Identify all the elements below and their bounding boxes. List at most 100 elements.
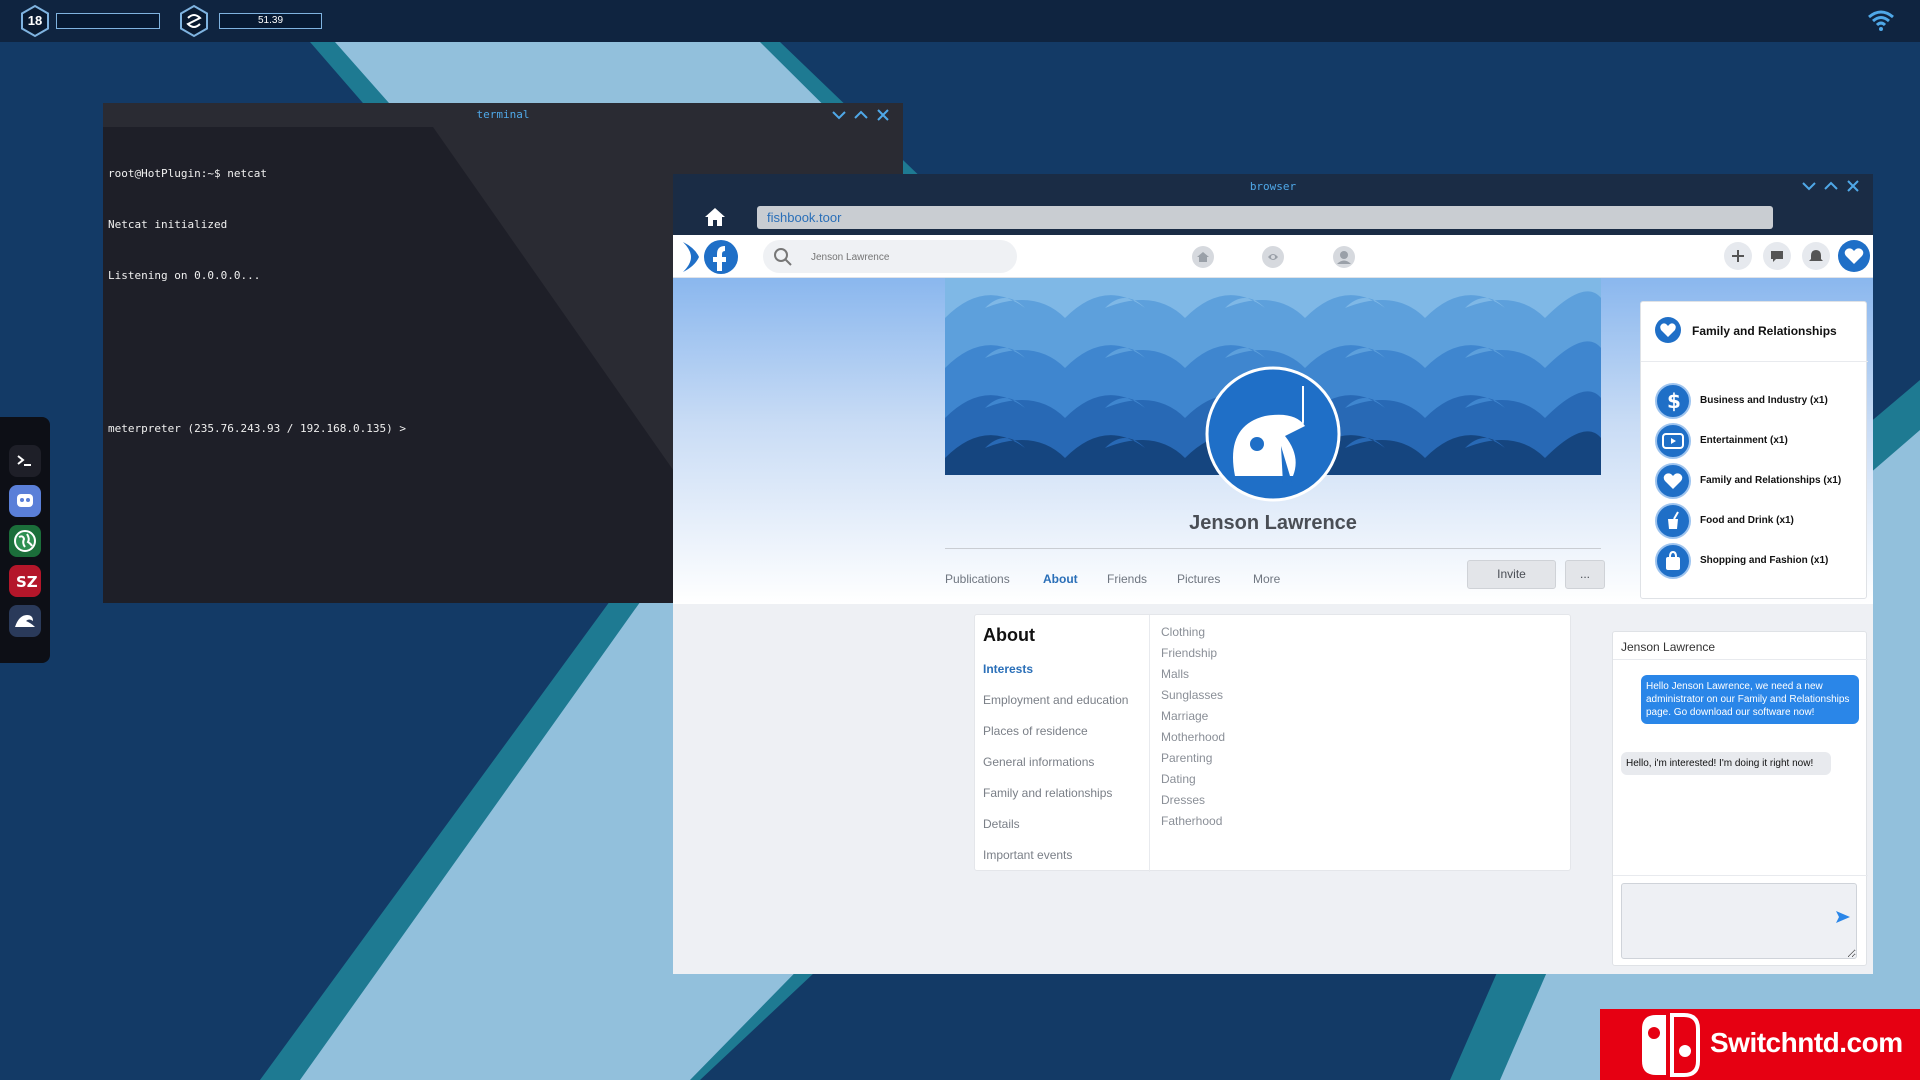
interest-item[interactable]: Family and Relationships (x1) [1655, 463, 1865, 499]
browser-titlebar[interactable]: browser [673, 174, 1873, 200]
interests-panel-header: Family and Relationships [1641, 302, 1868, 362]
about-menu-item[interactable]: General informations [983, 755, 1094, 769]
interest-item[interactable]: Shopping and Fashion (x1) [1655, 543, 1865, 579]
interest-entry: Sunglasses [1161, 688, 1224, 702]
terminal-title: terminal [476, 108, 530, 121]
interest-item[interactable]: Entertainment (x1) [1655, 423, 1865, 459]
profile-name: Jenson Lawrence [1189, 512, 1357, 534]
profile-avatar[interactable] [1205, 366, 1341, 502]
chat-window: Jenson Lawrence Hello Jenson Lawrence, w… [1612, 631, 1868, 966]
fishbook-logo[interactable] [681, 238, 747, 276]
heart-icon [1655, 463, 1691, 499]
svg-text:$: $ [1667, 390, 1681, 412]
about-menu-item[interactable]: Details [983, 817, 1020, 831]
interest-entry: Parenting [1161, 751, 1213, 765]
currency-badge [177, 4, 211, 38]
url-bar[interactable]: fishbook.toor [757, 206, 1773, 229]
interest-item[interactable]: Food and Drink (x1) [1655, 503, 1865, 539]
interest-entry: Dresses [1161, 793, 1206, 807]
wave-app-icon[interactable] [9, 605, 41, 637]
profile-heart-button[interactable] [1838, 240, 1870, 272]
minimize-icon[interactable] [831, 107, 847, 123]
app-dock: SZ [0, 417, 50, 663]
about-title: About [983, 625, 1035, 645]
groups-icon[interactable] [1332, 245, 1356, 269]
search-input[interactable] [811, 248, 1001, 266]
heart-icon [1844, 248, 1864, 264]
interest-entry: Motherhood [1161, 730, 1226, 744]
terminal-app-icon[interactable] [9, 445, 41, 477]
profile-divider [945, 548, 1601, 549]
xp-bar [56, 13, 160, 29]
money-display: 51.39 [219, 13, 322, 29]
terminal-line: Listening on 0.0.0.0... [108, 269, 261, 282]
browser-address-row: fishbook.toor [673, 200, 1873, 235]
search-icon [774, 248, 792, 266]
tab-friends[interactable]: Friends [1107, 572, 1147, 586]
minimize-icon[interactable] [1801, 178, 1817, 194]
about-menu-item[interactable]: Important events [983, 848, 1072, 862]
interest-entry: Dating [1161, 772, 1196, 786]
fishbook-navbar [673, 235, 1873, 278]
interest-entry: Fatherhood [1161, 814, 1223, 828]
browser-app-icon[interactable] [9, 525, 41, 557]
home-icon[interactable] [703, 206, 727, 228]
terminal-titlebar[interactable]: terminal [103, 103, 903, 127]
chat-divider [1613, 659, 1868, 660]
svg-text:SZ: SZ [16, 573, 37, 591]
interest-item-label: Shopping and Fashion (x1) [1700, 555, 1829, 566]
play-icon [1655, 423, 1691, 459]
interest-item[interactable]: $ Business and Industry (x1) [1655, 383, 1865, 419]
close-icon[interactable] [1845, 178, 1861, 194]
messenger-app-icon[interactable] [9, 485, 41, 517]
chat-message-sent: Hello Jenson Lawrence, we need a new adm… [1641, 675, 1859, 724]
about-menu-item[interactable]: Family and relationships [983, 786, 1112, 800]
more-options-button[interactable]: ... [1565, 560, 1605, 589]
chat-message-input[interactable] [1621, 883, 1857, 959]
interests-panel-title: Family and Relationships [1692, 324, 1837, 338]
send-icon[interactable] [1835, 910, 1851, 924]
interest-entry: Malls [1161, 667, 1190, 681]
chat-message-received: Hello, i'm interested! I'm doing it righ… [1621, 752, 1831, 775]
tab-pictures[interactable]: Pictures [1177, 572, 1220, 586]
home-feed-icon[interactable] [1191, 245, 1215, 269]
interest-entry: Clothing [1161, 625, 1206, 639]
terminal-output[interactable]: root@HotPlugin:~$ netcat Netcat initiali… [108, 131, 406, 471]
sz-app-icon[interactable]: SZ [9, 565, 41, 597]
tab-more[interactable]: More [1253, 572, 1280, 586]
about-menu-item[interactable]: Places of residence [983, 724, 1088, 738]
terminal-prompt: meterpreter (235.76.243.93 / 192.168.0.1… [108, 422, 407, 435]
browser-window[interactable]: browser fishbook.toor Jenson Lawrence Je… [673, 174, 1873, 974]
dollar-icon: $ [1655, 383, 1691, 419]
maximize-icon[interactable] [853, 107, 869, 123]
watch-icon[interactable] [1261, 245, 1285, 269]
invite-button[interactable]: Invite [1467, 560, 1556, 589]
currency-icon [180, 4, 208, 38]
chat-icon [1771, 251, 1783, 262]
bell-icon [1809, 250, 1823, 261]
tab-about[interactable]: About [1043, 572, 1078, 586]
interest-item-label: Entertainment (x1) [1700, 435, 1788, 446]
level-value: 18 [27, 13, 43, 28]
messages-button[interactable] [1763, 242, 1791, 270]
about-menu-item[interactable]: Interests [983, 662, 1033, 676]
interest-item-label: Family and Relationships (x1) [1700, 475, 1842, 486]
maximize-icon[interactable] [1823, 178, 1839, 194]
switch-logo-icon [1642, 1013, 1700, 1077]
interest-item-label: Business and Industry (x1) [1700, 395, 1828, 406]
chat-input-divider [1613, 875, 1868, 876]
about-menu: About Interests Employment and education… [975, 615, 1150, 872]
browser-title: browser [1249, 180, 1297, 193]
wifi-icon[interactable] [1866, 8, 1896, 32]
heart-icon [1655, 317, 1681, 343]
chat-contact-name: Jenson Lawrence [1621, 640, 1716, 654]
fishbook-search[interactable] [763, 240, 1017, 273]
tab-publications[interactable]: Publications [945, 572, 1010, 586]
about-menu-item[interactable]: Employment and education [983, 693, 1128, 707]
interest-entry: Marriage [1161, 709, 1209, 723]
close-icon[interactable] [875, 107, 891, 123]
add-button[interactable] [1724, 242, 1752, 270]
notifications-button[interactable] [1802, 242, 1830, 270]
